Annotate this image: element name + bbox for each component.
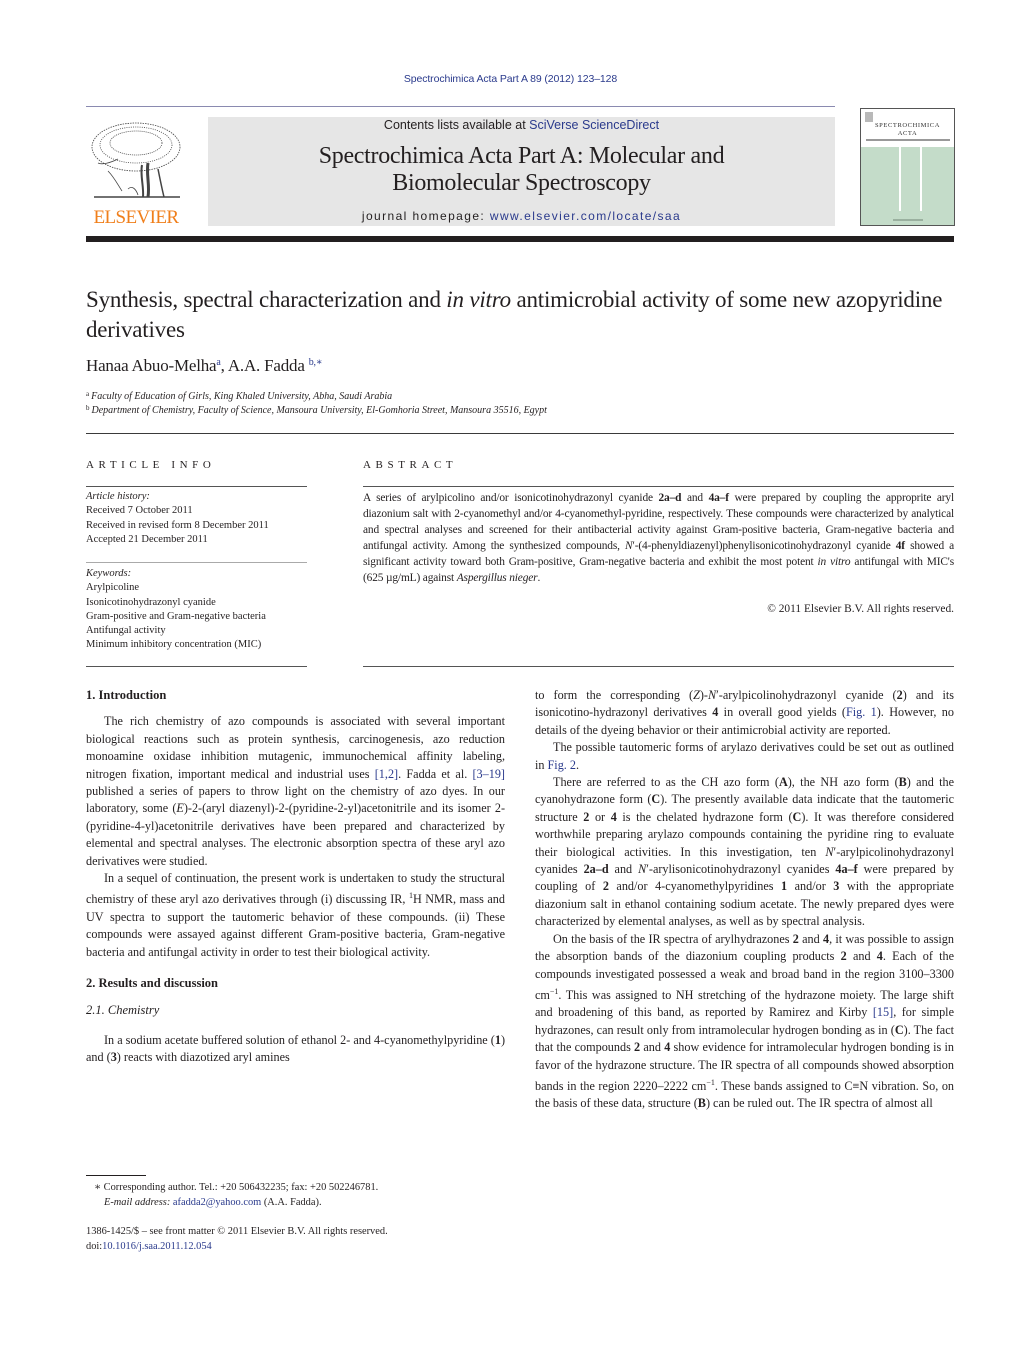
- masthead-thick-rule: [86, 236, 954, 242]
- article-history: Article history: Received 7 October 2011…: [86, 490, 307, 547]
- cover-green-panel: [861, 147, 954, 225]
- abstract-copyright: © 2011 Elsevier B.V. All rights reserved…: [767, 603, 954, 615]
- journal-banner: Contents lists available at SciVerse Sci…: [208, 117, 835, 226]
- keyword-item: Isonicotinohydrazonyl cyanide: [86, 596, 216, 608]
- title-text: Synthesis, spectral characterization and: [86, 287, 447, 312]
- footnote-star: ∗: [94, 1182, 102, 1193]
- cover-title-line2: ACTA: [897, 130, 918, 137]
- history-item: Accepted 21 December 2011: [86, 533, 208, 545]
- footnote-rule: [86, 1175, 146, 1176]
- email-link[interactable]: afadda2@yahoo.com: [173, 1197, 261, 1208]
- keyword-item: Minimum inhibitory concentration (MIC): [86, 639, 262, 651]
- body-column-left: 1. Introduction The rich chemistry of az…: [86, 687, 505, 1139]
- elsevier-logo[interactable]: ELSEVIER: [86, 115, 186, 230]
- keyword-item: Gram-positive and Gram-negative bacteria: [86, 610, 266, 622]
- abstract-rule: [363, 486, 954, 487]
- sciencedirect-link[interactable]: SciVerse ScienceDirect: [529, 118, 659, 132]
- masthead-rule: [86, 106, 835, 107]
- article-info-rule: [86, 486, 307, 487]
- affiliation-text: Faculty of Education of Girls, King Khal…: [91, 391, 393, 402]
- ir-paragraph: On the basis of the IR spectra of arylhy…: [535, 931, 955, 1111]
- journal-title: Spectrochimica Acta Part A: Molecular an…: [208, 143, 835, 197]
- footnote-contact: Corresponding author. Tel.: +20 50643223…: [101, 1182, 379, 1193]
- title-italic: in vitro: [446, 287, 511, 312]
- abstract-text: A series of arylpicolino and/or isonicot…: [363, 492, 955, 585]
- cover-title: SPECTROCHIMICA ACTA: [861, 122, 954, 138]
- author-list: Hanaa Abuo-Melhaa, A.A. Fadda b,∗: [86, 356, 323, 376]
- tautomer-paragraph: The possible tautomeric forms of arylazo…: [535, 740, 954, 772]
- journal-cover-thumbnail[interactable]: SPECTROCHIMICA ACTA: [860, 108, 955, 226]
- forms-paragraph: There are referred to as the CH azo form…: [535, 775, 955, 929]
- section-heading-introduction: 1. Introduction: [86, 688, 167, 702]
- journal-title-line1: Spectrochimica Acta Part A: Molecular an…: [318, 143, 725, 169]
- author-name: Hanaa Abuo-Melha: [86, 356, 217, 375]
- author-name: A.A. Fadda: [227, 356, 305, 375]
- article-info-bottom-rule: [86, 666, 307, 667]
- figure-link[interactable]: Fig. 2: [548, 758, 576, 772]
- subsection-heading-chemistry: 2.1. Chemistry: [86, 1002, 160, 1017]
- article-title: Synthesis, spectral characterization and…: [86, 285, 954, 345]
- abstract-heading: ABSTRACT: [363, 459, 458, 471]
- affiliation-mark: b: [86, 404, 90, 412]
- contents-line: Contents lists available at SciVerse Sci…: [208, 118, 835, 132]
- history-item: Received in revised form 8 December 2011: [86, 519, 269, 531]
- keywords: Keywords: Arylpicoline Isonicotinohydraz…: [86, 567, 307, 653]
- cover-title-line1: SPECTROCHIMICA: [874, 122, 941, 129]
- section-divider: [86, 433, 954, 434]
- affiliation-link[interactable]: b,∗: [309, 357, 323, 368]
- email-label: E-mail address:: [104, 1196, 171, 1208]
- figure-link[interactable]: Fig. 1: [846, 705, 877, 719]
- citation-link[interactable]: [1,2]: [375, 767, 398, 781]
- keyword-item: Antifungal activity: [86, 625, 166, 637]
- keyword-item: Arylpicoline: [86, 582, 140, 594]
- elsevier-wordmark: ELSEVIER: [93, 207, 180, 228]
- journal-title-line2: Biomolecular Spectroscopy: [392, 170, 651, 196]
- chemistry-paragraph-1: In a sodium acetate buffered solution of…: [86, 1032, 505, 1065]
- article-info-heading: ARTICLE INFO: [86, 459, 216, 471]
- doi-link[interactable]: 10.1016/j.saa.2011.12.054: [102, 1241, 212, 1252]
- citation-link[interactable]: [3–19]: [473, 767, 506, 781]
- homepage-line: journal homepage: www.elsevier.com/locat…: [208, 209, 835, 223]
- doi-prefix: doi:: [86, 1240, 103, 1252]
- issn-line: 1386-1425/$ – see front matter © 2011 El…: [86, 1226, 388, 1237]
- affiliation-a: a Faculty of Education of Girls, King Kha…: [86, 390, 392, 402]
- front-matter-footnote: 1386-1425/$ – see front matter © 2011 El…: [86, 1225, 388, 1254]
- elsevier-tree-icon: [91, 122, 181, 198]
- abstract-bottom-rule: [363, 666, 954, 667]
- corresponding-author-footnote: ∗ Corresponding author. Tel.: +20 506432…: [86, 1181, 378, 1210]
- chemistry-paragraph-1-continued: to form the corresponding (Z)-N′-arylpic…: [535, 688, 954, 737]
- cover-stripe: [920, 147, 922, 211]
- intro-paragraph-1: The rich chemistry of azo compounds is a…: [86, 714, 506, 868]
- body-column-right: to form the corresponding (Z)-N′-arylpic…: [535, 687, 954, 1113]
- cover-publisher-icon: [865, 112, 873, 122]
- running-head[interactable]: Spectrochimica Acta Part A 89 (2012) 123…: [0, 73, 1021, 85]
- email-suffix: (A.A. Fadda).: [261, 1196, 322, 1208]
- keywords-rule: [86, 562, 307, 563]
- article-history-heading: Article history:: [86, 491, 150, 502]
- journal-homepage-link[interactable]: www.elsevier.com/locate/saa: [490, 209, 681, 223]
- affiliation-text: Department of Chemistry, Faculty of Scie…: [91, 405, 547, 416]
- cover-stripe: [899, 147, 901, 211]
- homepage-prefix: journal homepage:: [361, 209, 490, 223]
- keywords-heading: Keywords:: [86, 568, 132, 579]
- section-heading-results: 2. Results and discussion: [86, 976, 218, 991]
- citation-link[interactable]: [15]: [873, 1005, 893, 1019]
- affiliation-mark: a: [86, 390, 90, 398]
- contents-prefix: Contents lists available at: [383, 118, 530, 132]
- cover-footer-bar: [893, 219, 923, 221]
- intro-paragraph-2: In a sequel of continuation, the present…: [86, 871, 505, 959]
- cover-subtitle-bar: [866, 139, 950, 141]
- affiliation-b: b Department of Chemistry, Faculty of Sci…: [86, 404, 547, 416]
- history-item: Received 7 October 2011: [86, 505, 193, 517]
- author-separator: ,: [220, 356, 228, 375]
